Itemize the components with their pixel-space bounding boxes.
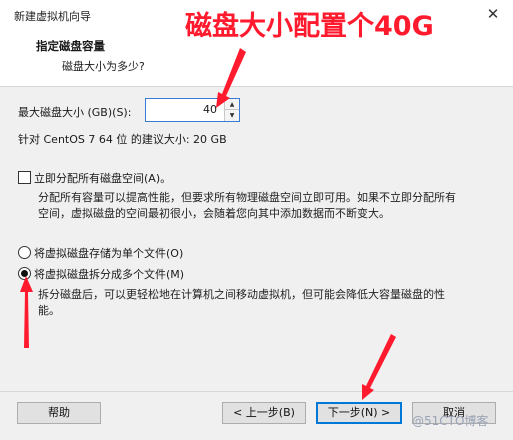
stepper-up-icon[interactable]: ▲ (225, 99, 239, 110)
single-file-label[interactable]: 将虚拟磁盘存储为单个文件(O) (34, 245, 183, 261)
window-title: 新建虚拟机向导 (14, 10, 91, 23)
annotation-text: 磁盘大小配置个40G (185, 11, 434, 42)
recommended-size-text: 针对 CentOS 7 64 位 的建议大小: 20 GB (18, 133, 227, 146)
disk-size-stepper[interactable]: 40 ▲ ▼ (145, 98, 240, 122)
single-file-radio[interactable] (18, 246, 31, 259)
disk-size-input[interactable]: 40 (203, 103, 217, 116)
page-subtitle: 磁盘大小为多少? (62, 60, 145, 73)
allocate-desc-line1: 分配所有容量可以提高性能，但要求所有物理磁盘空间立即可用。如果不立即分配所有 (38, 191, 456, 204)
watermark: @51CTO博客 (412, 414, 489, 428)
allocate-all-label[interactable]: 立即分配所有磁盘空间(A)。 (34, 170, 171, 186)
allocate-all-checkbox[interactable] (18, 171, 31, 184)
split-files-label[interactable]: 将虚拟磁盘拆分成多个文件(M) (34, 266, 184, 282)
next-button[interactable]: 下一步(N) > (316, 402, 402, 424)
help-button[interactable]: 帮助 (17, 402, 101, 424)
page-title: 指定磁盘容量 (36, 39, 105, 53)
radio-selected-dot (21, 270, 28, 277)
split-files-radio[interactable] (18, 267, 31, 280)
disk-size-label: 最大磁盘大小 (GB)(S): (18, 106, 132, 119)
stepper-down-icon[interactable]: ▼ (225, 110, 239, 121)
split-desc-line2: 能。 (38, 304, 60, 317)
close-icon[interactable]: ✕ (483, 4, 503, 24)
split-desc-line1: 拆分磁盘后，可以更轻松地在计算机之间移动虚拟机，但可能会降低大容量磁盘的性 (38, 288, 445, 301)
allocate-desc-line2: 空间，虚拟磁盘的空间最初很小，会随着您向其中添加数据而不断变大。 (38, 207, 390, 220)
back-button[interactable]: < 上一步(B) (222, 402, 306, 424)
stepper-buttons: ▲ ▼ (224, 99, 239, 121)
